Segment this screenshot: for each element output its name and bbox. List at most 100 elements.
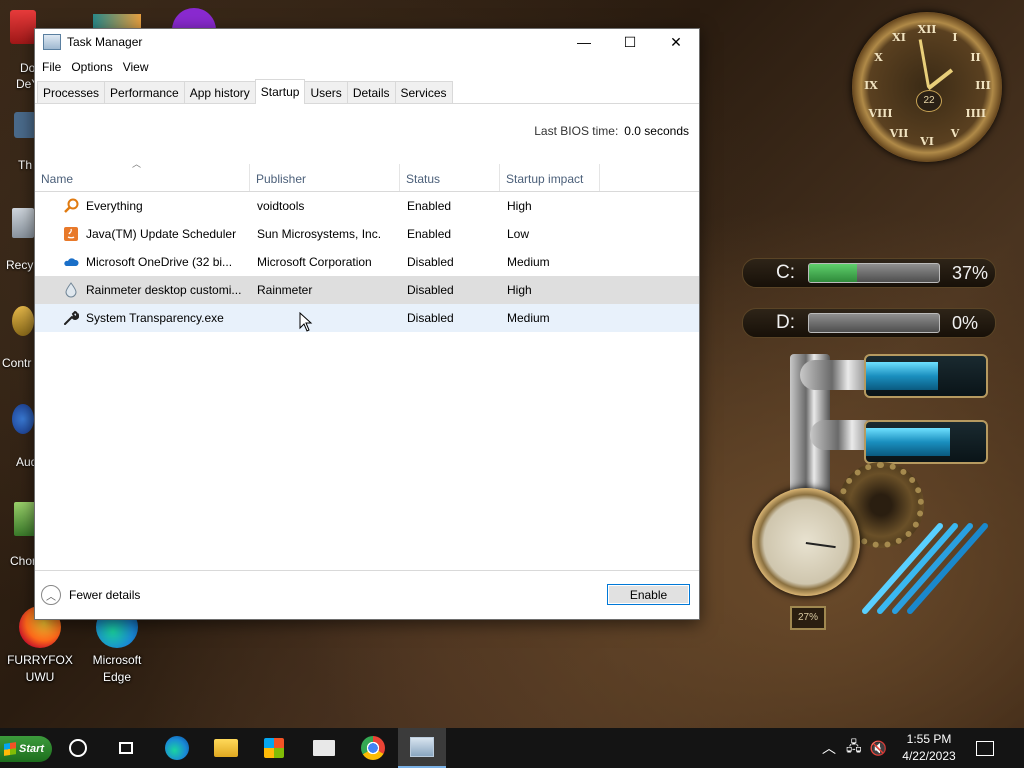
clock-numeral: VII — [889, 127, 909, 141]
row-publisher: Rainmeter — [257, 283, 313, 297]
java-icon — [64, 227, 78, 241]
clock-date: 22 — [916, 90, 942, 112]
tab-startup[interactable]: Startup — [254, 79, 306, 104]
column-name[interactable]: Name — [35, 164, 250, 191]
cpu-tube — [864, 354, 988, 398]
drive-percent: 37% — [952, 262, 989, 283]
title-bar[interactable]: Task Manager — ☐ ✕ — [35, 29, 699, 55]
close-button[interactable]: ✕ — [653, 29, 699, 55]
podcast-icon[interactable] — [172, 8, 216, 30]
table-row[interactable]: System Transparency.exe Disabled Medium — [35, 304, 699, 332]
row-impact: Medium — [507, 255, 550, 269]
task-manager-window: Task Manager — ☐ ✕ File Options View Pro… — [34, 28, 700, 620]
desktop-icon-partial-4[interactable] — [12, 306, 36, 342]
clock-numeral: VIII — [868, 107, 893, 120]
chrome-icon — [361, 736, 385, 760]
tab-performance[interactable]: Performance — [104, 81, 185, 103]
tab-users[interactable]: Users — [304, 81, 348, 103]
row-name: Rainmeter desktop customi... — [86, 283, 242, 297]
desktop-icon-partial-3[interactable] — [12, 208, 36, 244]
task-view-button[interactable] — [102, 728, 150, 768]
mouse-cursor-icon — [299, 312, 313, 332]
menu-options[interactable]: Options — [66, 60, 117, 74]
document-icon — [10, 10, 36, 44]
desktop-icon-partial-5[interactable] — [12, 404, 36, 440]
system-tray: ︿ 🖧 🔇 — [822, 728, 887, 768]
drive-percent: 0% — [952, 312, 979, 333]
steampunk-clock-widget: XII I II III IIII V VI VII VIII IX X XI 22 — [852, 12, 1002, 162]
start-button[interactable]: Start — [0, 736, 52, 762]
row-status: Disabled — [407, 283, 454, 297]
table-row[interactable]: Everything voidtools Enabled High — [35, 192, 699, 220]
column-startup-impact[interactable]: Startup impact — [500, 164, 600, 191]
mail-icon — [313, 740, 335, 756]
table-row[interactable]: Rainmeter desktop customi... Rainmeter D… — [35, 276, 699, 304]
taskbar-store[interactable] — [250, 728, 298, 768]
menu-file[interactable]: File — [37, 60, 66, 74]
tab-services[interactable]: Services — [394, 81, 453, 103]
enable-button[interactable]: Enable — [607, 584, 690, 605]
table-row[interactable]: Java(TM) Update Scheduler Sun Microsyste… — [35, 220, 699, 248]
search-icon — [64, 198, 79, 213]
taskbar: Start ︿ 🖧 🔇 1:55 PM 4/22/2023 — [0, 728, 1024, 768]
network-icon[interactable]: 🖧 — [846, 736, 862, 760]
fewer-details-label: Fewer details — [69, 588, 141, 602]
taskbar-time: 1:55 PM — [906, 732, 952, 746]
desktop-icon-label: Contr — [2, 356, 32, 370]
row-publisher: voidtools — [257, 199, 305, 213]
tab-processes[interactable]: Processes — [37, 81, 106, 103]
window-title: Task Manager — [67, 35, 143, 49]
taskbar-edge[interactable] — [153, 728, 201, 768]
maximize-button[interactable]: ☐ — [607, 29, 653, 55]
task-manager-icon — [43, 34, 61, 50]
clock-numeral: I — [952, 30, 958, 44]
clock-numeral: XII — [917, 23, 937, 36]
desktop-icon-partial-1[interactable] — [10, 10, 36, 54]
fewer-details-button[interactable]: ︿ Fewer details — [41, 585, 140, 605]
drive-d-meter: D: 0% — [742, 308, 996, 338]
chevron-up-icon: ︿ — [41, 585, 61, 605]
clock-hour-hand — [927, 68, 954, 91]
taskbar-mail[interactable] — [300, 728, 348, 768]
drive-usage-bar — [808, 313, 940, 333]
clock-numeral: IIII — [965, 107, 987, 120]
desktop-icon-partial-2[interactable] — [14, 112, 36, 146]
row-name: Everything — [86, 199, 143, 213]
notification-button[interactable] — [976, 728, 994, 768]
task-view-icon — [119, 742, 133, 754]
chevron-up-icon[interactable]: ︿ — [822, 738, 836, 758]
edge-icon — [165, 736, 189, 760]
cloud-icon — [64, 258, 79, 266]
startup-list: Everything voidtools Enabled High Java(T… — [35, 192, 699, 332]
taskbar-date: 4/22/2023 — [902, 749, 956, 763]
volume-muted-icon[interactable]: 🔇 — [870, 740, 887, 757]
drive-c-meter: C: 37% — [742, 258, 996, 288]
minimize-button[interactable]: — — [561, 29, 607, 55]
taskbar-clock[interactable]: 1:55 PM 4/22/2023 — [890, 731, 968, 765]
row-name: System Transparency.exe — [86, 311, 224, 325]
task-manager-icon — [410, 737, 434, 757]
bios-time-label: Last BIOS time: — [534, 124, 619, 138]
notification-icon — [976, 740, 994, 756]
desktop-icon-partial-6[interactable] — [14, 502, 36, 538]
table-row[interactable]: Microsoft OneDrive (32 bi... Microsoft C… — [35, 248, 699, 276]
row-publisher: Microsoft Corporation — [257, 255, 372, 269]
clock-numeral: X — [874, 51, 883, 64]
row-name: Java(TM) Update Scheduler — [86, 227, 237, 241]
clock-numeral: XI — [892, 30, 906, 44]
menu-view[interactable]: View — [118, 60, 154, 74]
column-publisher[interactable]: Publisher — [250, 164, 400, 191]
tab-app-history[interactable]: App history — [183, 81, 256, 103]
column-status[interactable]: Status — [400, 164, 500, 191]
tab-details[interactable]: Details — [346, 81, 396, 103]
search-button[interactable] — [54, 728, 102, 768]
row-status: Enabled — [407, 199, 452, 213]
taskbar-chrome[interactable] — [349, 728, 397, 768]
taskbar-task-manager[interactable] — [398, 728, 446, 768]
drive-label: C: — [776, 262, 795, 283]
taskbar-file-explorer[interactable] — [202, 728, 250, 768]
computer-icon — [14, 112, 36, 138]
menu-bar: File Options View — [35, 55, 699, 79]
control-panel-icon — [12, 306, 34, 336]
drive-usage-fill — [809, 264, 858, 282]
